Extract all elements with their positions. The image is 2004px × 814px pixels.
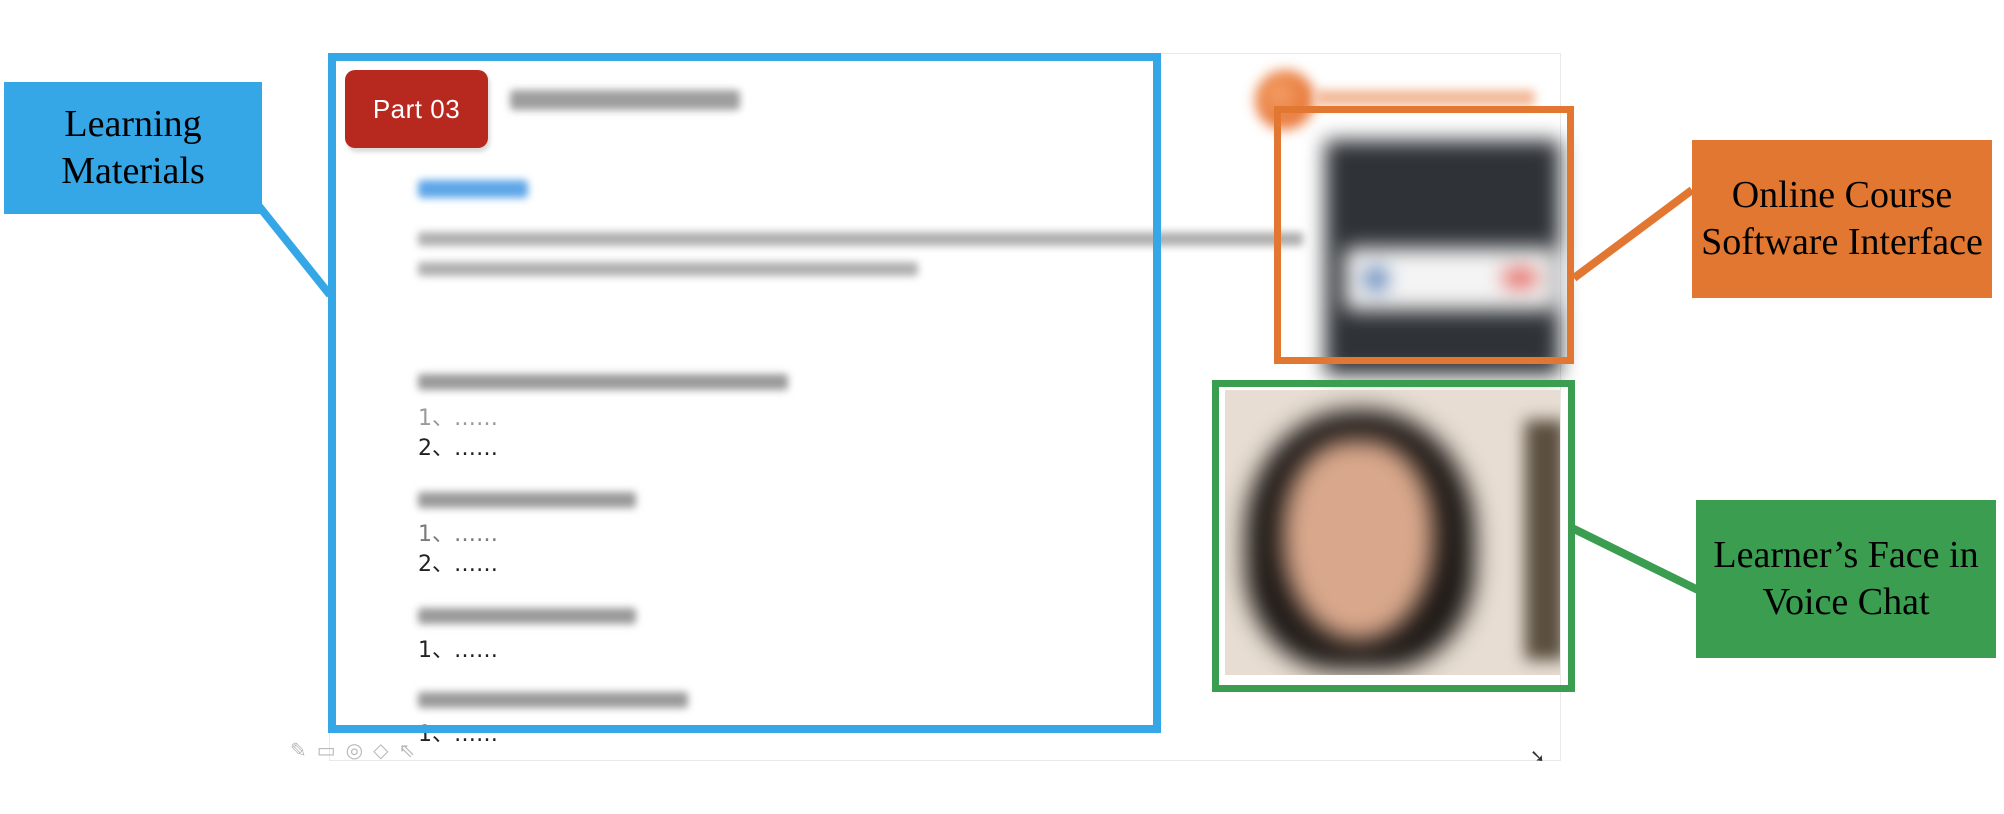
blurred-logo-text <box>1315 90 1535 106</box>
drawing-toolbar: ✎ ▭ ◎ ◇ ⇖ <box>290 738 415 762</box>
eye-icon[interactable]: ◎ <box>346 738 363 762</box>
learners-face-connector <box>1570 524 1700 594</box>
whiteboard-icon[interactable]: ▭ <box>317 738 336 762</box>
mouse-cursor-icon: ➘ <box>1530 746 1546 767</box>
online-course-label: Online Course Software Interface <box>1692 140 1992 298</box>
pointer-icon[interactable]: ⇖ <box>399 738 416 762</box>
online-course-connector <box>1571 186 1695 282</box>
learning-materials-box <box>328 53 1161 733</box>
online-course-box <box>1274 106 1574 364</box>
learning-materials-connector <box>254 202 334 298</box>
eraser-icon[interactable]: ◇ <box>373 738 388 762</box>
learners-face-label: Learner’s Face in Voice Chat <box>1696 500 1996 658</box>
learners-face-box <box>1212 380 1575 692</box>
pencil-icon[interactable]: ✎ <box>290 738 307 762</box>
learning-materials-label: Learning Materials <box>4 82 262 214</box>
